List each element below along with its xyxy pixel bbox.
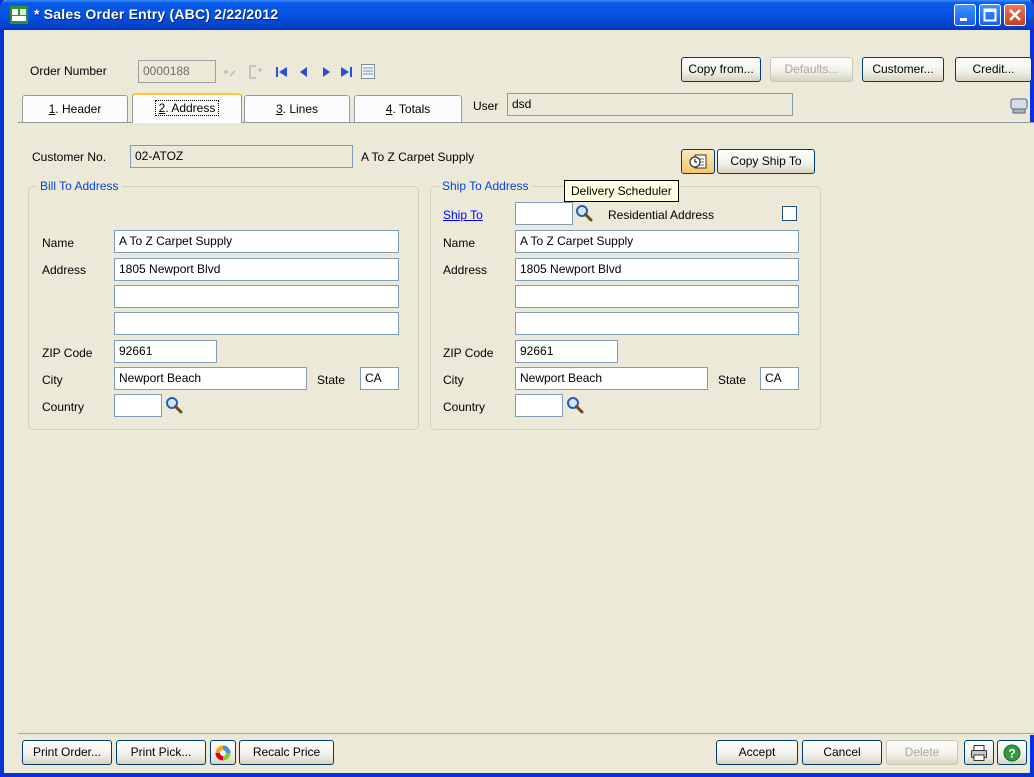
tab-lines-key: 3 (275, 102, 283, 116)
bill-to-state-field[interactable]: CA (360, 367, 399, 390)
ship-to-address-line1[interactable]: 1805 Newport Blvd (515, 258, 799, 281)
ship-to-zip-label: ZIP Code (443, 346, 494, 360)
ship-to-name-field[interactable]: A To Z Carpet Supply (515, 230, 799, 253)
maximize-button[interactable] (979, 4, 1001, 26)
ship-to-country-field[interactable] (515, 394, 563, 417)
tab-lines-label: . Lines (282, 102, 319, 116)
bill-to-country-field[interactable] (114, 394, 162, 417)
ship-to-state-field[interactable]: CA (760, 367, 799, 390)
order-number-field[interactable]: 0000188 (138, 60, 216, 83)
user-label: User (473, 99, 499, 113)
accept-button[interactable]: Accept (716, 740, 798, 765)
sales-order-app-icon (10, 6, 28, 24)
bill-to-zip-field[interactable]: 92661 (114, 340, 217, 363)
order-number-label: Order Number (30, 64, 107, 78)
sales-order-entry-window: * Sales Order Entry (ABC) 2/22/2012 Orde… (0, 0, 1034, 777)
customer-number-label: Customer No. (32, 150, 107, 164)
bill-to-address-line3[interactable] (114, 312, 399, 335)
copy-ship-to-button[interactable]: Copy Ship To (717, 149, 815, 174)
tab-totals[interactable]: 4. Totals (354, 95, 462, 122)
ship-to-state-label: State (718, 373, 747, 387)
delivery-scheduler-button[interactable] (681, 149, 715, 174)
copy-from-button[interactable]: Copy from... (681, 57, 761, 82)
print-button[interactable] (964, 740, 994, 765)
tab-header[interactable]: 1. Header (22, 95, 128, 122)
ship-to-name-label: Name (443, 236, 476, 250)
minimize-button[interactable] (954, 4, 976, 26)
residential-address-label: Residential Address (608, 208, 715, 222)
ship-to-address-line3[interactable] (515, 312, 799, 335)
ship-to-city-field[interactable]: Newport Beach (515, 367, 708, 390)
new-record-icon[interactable] (221, 62, 241, 82)
recalc-price-button[interactable]: Recalc Price (239, 740, 334, 765)
delivery-scheduler-tooltip: Delivery Scheduler (564, 180, 679, 202)
bill-to-city-label: City (42, 373, 63, 387)
bill-to-zip-label: ZIP Code (42, 346, 93, 360)
residential-address-checkbox[interactable] (782, 206, 797, 221)
print-pick-button[interactable]: Print Pick... (116, 740, 206, 765)
close-button[interactable] (1004, 4, 1026, 26)
ship-to-address-label: Address (443, 263, 488, 277)
bill-to-address-label: Address (42, 263, 87, 277)
tab-address[interactable]: 2. Address (132, 93, 242, 123)
bill-to-state-label: State (317, 373, 346, 387)
tab-header-label: . Header (55, 102, 102, 116)
magnifier-icon[interactable] (575, 204, 593, 222)
customer-name: A To Z Carpet Supply (361, 150, 475, 164)
tab-lines[interactable]: 3. Lines (244, 95, 350, 122)
first-record-icon[interactable] (274, 64, 290, 80)
ship-to-code-field[interactable] (515, 202, 573, 225)
print-order-button[interactable]: Print Order... (22, 740, 112, 765)
ship-to-title: Ship To Address (439, 179, 532, 193)
next-record-icon[interactable] (318, 64, 334, 80)
minimize-icon (960, 18, 967, 21)
color-wheel-icon (215, 745, 231, 761)
tab-address-label: . Address (165, 101, 216, 115)
last-record-icon[interactable] (338, 64, 354, 80)
tab-address-focus: 2. Address (154, 100, 220, 116)
clock-calendar-icon (689, 154, 707, 169)
tab-totals-label: . Totals (392, 102, 431, 116)
bottom-separator (18, 733, 1034, 734)
record-list-icon[interactable] (360, 63, 376, 80)
magnifier-icon[interactable] (165, 396, 183, 414)
workflow-button[interactable] (210, 740, 236, 765)
window-title: * Sales Order Entry (ABC) 2/22/2012 (34, 6, 279, 22)
help-button[interactable]: ? (997, 740, 1027, 765)
bill-to-group: Bill To Address (28, 179, 419, 430)
ship-to-country-label: Country (443, 400, 486, 414)
ship-to-zip-field[interactable]: 92661 (515, 340, 618, 363)
credit-button[interactable]: Credit... (955, 57, 1032, 82)
svg-text:?: ? (1008, 747, 1015, 761)
form-layout-icon[interactable] (1009, 97, 1029, 115)
next-number-icon[interactable] (247, 62, 267, 82)
ship-to-address-line2[interactable] (515, 285, 799, 308)
printer-icon (971, 745, 987, 761)
cancel-button[interactable]: Cancel (802, 740, 882, 765)
previous-record-icon[interactable] (296, 64, 312, 80)
magnifier-icon[interactable] (566, 396, 584, 414)
bill-to-name-label: Name (42, 236, 75, 250)
maximize-icon (983, 8, 997, 22)
help-icon: ? (1003, 744, 1021, 762)
customer-button[interactable]: Customer... (862, 57, 944, 82)
bill-to-country-label: Country (42, 400, 85, 414)
delete-button[interactable]: Delete (886, 740, 958, 765)
bill-to-address-line2[interactable] (114, 285, 399, 308)
bill-to-city-field[interactable]: Newport Beach (114, 367, 307, 390)
customer-number-field[interactable]: 02-ATOZ (130, 145, 353, 168)
defaults-button[interactable]: Defaults... (770, 57, 853, 82)
ship-to-city-label: City (443, 373, 464, 387)
bill-to-address-line1[interactable]: 1805 Newport Blvd (114, 258, 399, 281)
close-icon (1009, 9, 1021, 21)
ship-to-group: Ship To Address (430, 179, 821, 430)
user-field[interactable]: dsd (507, 93, 793, 116)
bill-to-name-field[interactable]: A To Z Carpet Supply (114, 230, 399, 253)
ship-to-link[interactable]: Ship To (443, 208, 483, 222)
title-bar[interactable]: * Sales Order Entry (ABC) 2/22/2012 (0, 0, 1034, 30)
bill-to-title: Bill To Address (37, 179, 122, 193)
